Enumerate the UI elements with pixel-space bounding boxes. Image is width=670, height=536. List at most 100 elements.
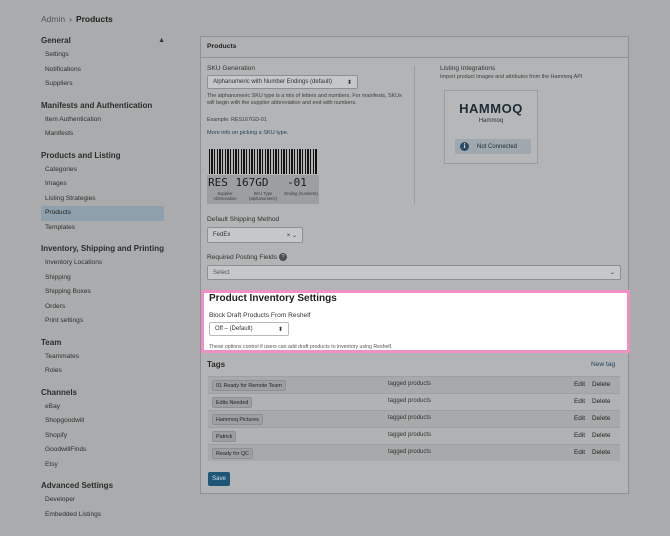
tag-kind: tagged products	[388, 381, 432, 387]
sidebar-item-orders[interactable]: Orders	[41, 300, 164, 315]
sku-generation-label: SKU Generation	[207, 65, 256, 72]
table-row: 01 Ready for Remote Team tagged products…	[208, 376, 620, 393]
inventory-settings-note: These options control if users can add d…	[209, 344, 393, 350]
sidebar-item-shipping[interactable]: Shipping	[41, 271, 164, 286]
sidebar-section-team: Team	[41, 337, 62, 347]
sidebar-item-developer[interactable]: Developer	[41, 493, 164, 508]
barcode-graphic	[209, 149, 317, 174]
delete-tag-link[interactable]: Delete	[592, 415, 610, 422]
sidebar-item-etsy[interactable]: Etsy	[41, 458, 164, 473]
tag-chip: Patrick	[212, 431, 237, 442]
tag-kind: tagged products	[388, 432, 432, 438]
sidebar-section-products: Products and Listing	[41, 150, 121, 160]
connection-status-badge: i Not Connected	[455, 139, 531, 154]
sku-barcode-preview: RES 167GD -01 Supplier Abbreviation SKU …	[207, 149, 321, 206]
updown-icon: ⬍	[346, 79, 352, 86]
hammoq-name: Hammoq	[478, 118, 504, 124]
sidebar-item-templates[interactable]: Templates	[41, 221, 164, 236]
edit-tag-link[interactable]: Edit	[574, 449, 585, 456]
sku-example: Example: RES167GD-01	[207, 117, 267, 123]
sidebar-section-general[interactable]: General ▲	[41, 34, 169, 48]
sidebar-item-teammates[interactable]: Teammates	[41, 350, 164, 365]
block-draft-value: Off – (Default)	[215, 326, 253, 332]
column-divider	[414, 66, 415, 204]
sidebar-item-suppliers[interactable]: Suppliers	[41, 77, 164, 92]
breadcrumb: Admin › Products	[41, 14, 113, 24]
sidebar-item-ebay[interactable]: eBay	[41, 400, 164, 415]
sidebar-item-print-settings[interactable]: Print settings	[41, 314, 164, 329]
sidebar-item-images[interactable]: Images	[41, 177, 164, 192]
edit-tag-link[interactable]: Edit	[574, 432, 585, 439]
help-icon[interactable]: ?	[279, 253, 288, 261]
posting-fields-select[interactable]: Select ⌄	[207, 265, 621, 280]
table-row: Patrick tagged products Edit Delete	[208, 427, 620, 444]
tag-chip: 01 Ready for Remote Team	[212, 380, 286, 391]
edit-tag-link[interactable]: Edit	[574, 415, 585, 422]
clear-icon[interactable]: ×	[287, 233, 291, 239]
save-button[interactable]: Save	[208, 472, 230, 486]
edit-tag-link[interactable]: Edit	[574, 381, 585, 388]
delete-tag-link[interactable]: Delete	[592, 381, 610, 388]
product-inventory-settings: Product Inventory Settings Block Draft P…	[201, 290, 630, 353]
breadcrumb-admin-link[interactable]: Admin	[41, 14, 65, 24]
tag-kind: tagged products	[388, 449, 432, 455]
sku-info-link[interactable]: More info on picking a SKU type.	[207, 130, 288, 136]
block-draft-select[interactable]: Off – (Default) ⬍	[209, 322, 289, 336]
edit-tag-link[interactable]: Edit	[574, 398, 585, 405]
delete-tag-link[interactable]: Delete	[592, 432, 610, 439]
sidebar-item-products[interactable]: Products	[41, 206, 164, 221]
hammoq-integration-card[interactable]: HAMMOQ Hammoq i Not Connected	[444, 90, 538, 164]
updown-icon: ⬍	[277, 326, 283, 333]
delete-tag-link[interactable]: Delete	[592, 398, 610, 405]
sidebar-section-manifests: Manifests and Authentication	[41, 100, 153, 110]
new-tag-link[interactable]: New tag	[591, 361, 615, 368]
shipping-method-value: FedEx	[213, 232, 231, 238]
sidebar-item-goodwillfinds[interactable]: GoodwillFinds	[41, 443, 164, 458]
sku-type-value: Alphanumeric with Number Endings (defaul…	[213, 79, 333, 85]
sidebar: General ▲ Settings Notifications Supplier…	[41, 34, 169, 522]
chevron-down-icon: ⌄	[609, 270, 615, 276]
sidebar-item-notifications[interactable]: Notifications	[41, 63, 164, 78]
sidebar-item-settings[interactable]: Settings	[41, 48, 164, 63]
chevron-up-icon[interactable]: ▲	[158, 34, 165, 48]
panel-title: Products	[201, 37, 628, 58]
block-draft-label: Block Draft Products From Reshelf	[209, 312, 311, 319]
sidebar-item-categories[interactable]: Categories	[41, 163, 164, 178]
sidebar-item-embedded-listings[interactable]: Embedded Listings	[41, 508, 164, 523]
table-row: Edits Needed tagged products Edit Delete	[208, 393, 620, 410]
sidebar-item-shipping-boxes[interactable]: Shipping Boxes	[41, 285, 164, 300]
tag-kind: tagged products	[388, 398, 432, 404]
delete-tag-link[interactable]: Delete	[592, 449, 610, 456]
sidebar-item-manifests[interactable]: Manifests	[41, 127, 164, 142]
table-row: Hammoq Pictures tagged products Edit Del…	[208, 410, 620, 427]
sidebar-section-advanced: Advanced Settings	[41, 481, 114, 490]
shipping-method-select[interactable]: FedEx × ⌄	[207, 227, 303, 243]
barcode-caption-type: SKU Type (alphanumeric)	[243, 190, 283, 204]
tag-chip: Hammoq Pictures	[212, 414, 263, 425]
sidebar-item-listing-strategies[interactable]: Listing Strategies	[41, 192, 164, 207]
sidebar-item-shopgoodwill[interactable]: Shopgoodwill	[41, 414, 164, 429]
hammoq-logo: HAMMOQ	[459, 101, 523, 116]
required-posting-label: Required Posting Fields?	[207, 253, 288, 261]
barcode-segment-ending: -01	[275, 175, 319, 190]
sidebar-item-shopify[interactable]: Shopify	[41, 429, 164, 444]
sku-type-select[interactable]: Alphanumeric with Number Endings (defaul…	[207, 75, 358, 89]
sidebar-section-inventory: Inventory, Shipping and Printing	[41, 244, 164, 253]
table-row: Ready for QC tagged products Edit Delete	[208, 444, 620, 461]
barcode-caption-supplier: Supplier Abbreviation	[207, 190, 243, 204]
posting-fields-placeholder: Select	[213, 269, 230, 276]
barcode-caption-ending: Ending (numbers)	[283, 190, 319, 204]
tag-kind: tagged products	[388, 415, 432, 421]
sidebar-item-roles[interactable]: Roles	[41, 364, 164, 379]
barcode-text: RES 167GD -01	[207, 175, 321, 190]
info-icon: i	[460, 142, 469, 151]
sidebar-item-item-authentication[interactable]: Item Authentication	[41, 113, 164, 128]
tag-chip: Edits Needed	[212, 397, 253, 408]
chevron-down-icon[interactable]: ⌄	[292, 233, 297, 239]
breadcrumb-current: Products	[75, 14, 113, 24]
sku-description: The alphanumeric SKU type is a mix of le…	[207, 93, 402, 107]
listing-integrations-label: Listing Integrations	[440, 65, 496, 72]
sidebar-item-inventory-locations[interactable]: Inventory Locations	[41, 256, 164, 271]
barcode-segment-type: 167GD	[229, 175, 275, 190]
listing-integrations-description: Import product images and attributes fro…	[440, 74, 583, 80]
